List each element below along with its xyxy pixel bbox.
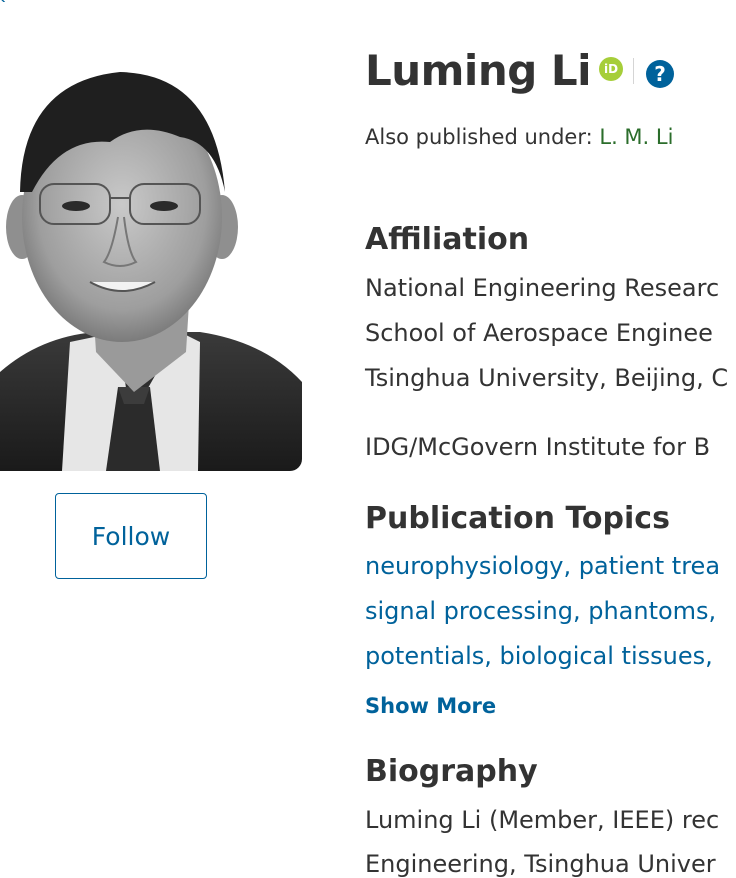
- affiliation-line: Tsinghua University, Beijing, C: [365, 364, 729, 392]
- corner-link[interactable]: k: [0, 0, 5, 6]
- affiliation-line: IDG/McGovern Institute for B: [365, 433, 711, 461]
- topic-links-line[interactable]: neurophysiology, patient trea: [365, 552, 720, 580]
- biography-line: Engineering, Tsinghua Univer: [365, 850, 716, 878]
- affiliation-line: School of Aerospace Enginee: [365, 319, 713, 347]
- publication-topics-title: Publication Topics: [365, 501, 670, 536]
- author-name: Luming Li: [365, 46, 592, 95]
- profile-header: Luming Li iD ?: [365, 46, 675, 95]
- also-published-name-link[interactable]: L. M. Li: [599, 125, 673, 149]
- help-icon[interactable]: ?: [646, 59, 675, 88]
- profile-photo: [0, 42, 302, 471]
- affiliation-title: Affiliation: [365, 222, 530, 257]
- biography-line: Luming Li (Member, IEEE) rec: [365, 806, 720, 834]
- affiliation-line: National Engineering Researc: [365, 274, 720, 302]
- show-more-link[interactable]: Show More: [365, 694, 496, 718]
- also-published: Also published under: L. M. Li: [365, 125, 673, 149]
- topic-links-line[interactable]: signal processing, phantoms,: [365, 597, 716, 625]
- biography-title: Biography: [365, 754, 538, 789]
- also-published-label: Also published under:: [365, 125, 600, 149]
- follow-button[interactable]: Follow: [55, 493, 207, 579]
- header-divider: [633, 57, 635, 84]
- topic-links-line[interactable]: potentials, biological tissues,: [365, 642, 713, 670]
- orcid-icon[interactable]: iD: [599, 56, 624, 81]
